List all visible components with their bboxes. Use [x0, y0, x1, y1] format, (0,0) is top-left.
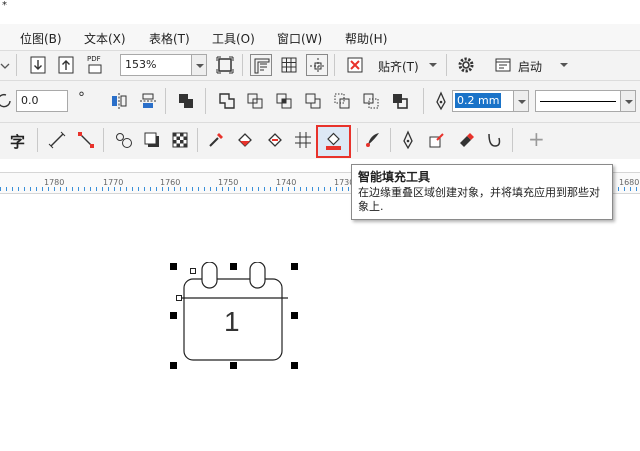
- weld-icon[interactable]: [216, 90, 238, 112]
- outline-width-value: 0.2 mm: [455, 93, 502, 108]
- show-rulers-icon[interactable]: [250, 54, 272, 76]
- launch-dropdown-icon[interactable]: [559, 58, 569, 72]
- pdf-label: PDF: [87, 55, 101, 63]
- ruler-tick: 1770: [103, 178, 124, 187]
- selection-node[interactable]: [176, 295, 182, 301]
- back-minus-front-icon[interactable]: [360, 90, 382, 112]
- attributes-eyedropper-icon[interactable]: [426, 129, 448, 151]
- line-style-selector[interactable]: [535, 90, 621, 112]
- selection-node[interactable]: [190, 268, 196, 274]
- color-eyedropper-icon[interactable]: [362, 129, 384, 151]
- selection-handle-bottom[interactable]: [230, 362, 237, 369]
- import-icon[interactable]: [27, 54, 49, 76]
- selection-handle-bottom-right[interactable]: [291, 362, 298, 369]
- text-tool[interactable]: 字: [10, 131, 25, 152]
- drop-shadow-icon[interactable]: [141, 129, 163, 151]
- intersect-icon[interactable]: [273, 90, 295, 112]
- mirror-vertical-icon[interactable]: [137, 90, 159, 112]
- ruler-tick: 1750: [218, 178, 239, 187]
- ruler-tick: 1780: [44, 178, 65, 187]
- calendar-day-number: 1: [224, 306, 240, 337]
- rotation-value: 0.0: [21, 94, 39, 107]
- line-style-dropdown-icon[interactable]: [620, 90, 636, 112]
- front-minus-back-icon[interactable]: [331, 90, 353, 112]
- selection-handle-top-left[interactable]: [170, 263, 177, 270]
- menu-window[interactable]: 窗口(W): [277, 30, 322, 47]
- publish-pdf-icon[interactable]: PDF: [84, 54, 106, 76]
- options-gear-icon[interactable]: [455, 54, 477, 76]
- add-tool-button[interactable]: +: [528, 127, 545, 151]
- application-launcher-icon[interactable]: [492, 54, 514, 76]
- snap-dropdown-icon[interactable]: [428, 58, 438, 72]
- simplify-icon[interactable]: [302, 90, 324, 112]
- blend-tool-icon[interactable]: [113, 129, 135, 151]
- outline-width-field[interactable]: 0.2 mm: [452, 90, 514, 112]
- transparency-tool-icon[interactable]: [169, 129, 191, 151]
- launch-label[interactable]: 启动: [518, 58, 542, 75]
- connector-tool-icon[interactable]: [75, 129, 97, 151]
- trim-icon[interactable]: [244, 90, 266, 112]
- rotation-angle-field[interactable]: 0.0: [16, 90, 68, 112]
- ruler-tick: 1740: [276, 178, 297, 187]
- mesh-fill-icon[interactable]: [264, 129, 286, 151]
- zoom-dropdown-icon[interactable]: [191, 54, 207, 76]
- title-fragment: *: [2, 0, 7, 11]
- selection-handle-top-right[interactable]: [291, 263, 298, 270]
- snap-to-menu[interactable]: 贴齐(T): [378, 58, 419, 75]
- create-boundary-icon[interactable]: [389, 90, 411, 112]
- menu-bitmap[interactable]: 位图(B): [20, 30, 62, 47]
- zoom-value: 153%: [125, 58, 157, 71]
- selection-handle-top[interactable]: [230, 263, 237, 270]
- degree-symbol: °: [78, 90, 85, 106]
- eraser-tool-icon[interactable]: [455, 129, 477, 151]
- show-guidelines-icon[interactable]: [306, 54, 328, 76]
- selection-handle-bottom-left[interactable]: [170, 362, 177, 369]
- outline-pen-icon: [430, 90, 452, 112]
- menu-text[interactable]: 文本(X): [84, 30, 126, 47]
- smart-fill-tool-button[interactable]: [316, 125, 351, 158]
- menu-help[interactable]: 帮助(H): [345, 30, 387, 47]
- snap-off-icon[interactable]: [344, 54, 366, 76]
- rotate-icon: [0, 91, 14, 111]
- calendar-shape[interactable]: 1: [176, 261, 296, 370]
- export-icon[interactable]: [55, 54, 77, 76]
- selection-handle-left[interactable]: [170, 312, 177, 319]
- mesh-grid-icon[interactable]: [292, 129, 314, 151]
- bspline-tool-icon[interactable]: [484, 129, 506, 151]
- dropdown-arrow-icon[interactable]: [0, 56, 10, 74]
- mirror-horizontal-icon[interactable]: [108, 90, 130, 112]
- outline-width-dropdown-icon[interactable]: [513, 90, 529, 112]
- show-grid-icon[interactable]: [278, 54, 300, 76]
- smart-fill-icon: [326, 132, 341, 150]
- fit-page-icon[interactable]: [214, 54, 236, 76]
- selection-handle-right[interactable]: [291, 312, 298, 319]
- ruler-tick: 1760: [160, 178, 181, 187]
- line-style-preview: [540, 101, 616, 102]
- drawing-canvas[interactable]: [0, 193, 640, 451]
- menu-table[interactable]: 表格(T): [149, 30, 190, 47]
- interactive-fill-icon[interactable]: [234, 129, 256, 151]
- zoom-level-field[interactable]: 153%: [120, 54, 192, 76]
- eyedropper-icon[interactable]: [205, 129, 227, 151]
- ruler-tick: 1680: [619, 178, 640, 187]
- combine-icon[interactable]: [175, 90, 197, 112]
- parallel-dimension-icon[interactable]: [46, 129, 68, 151]
- outline-pen-tool-icon[interactable]: [397, 129, 419, 151]
- tooltip-title: 智能填充工具: [358, 170, 431, 184]
- menu-tools[interactable]: 工具(O): [212, 30, 255, 47]
